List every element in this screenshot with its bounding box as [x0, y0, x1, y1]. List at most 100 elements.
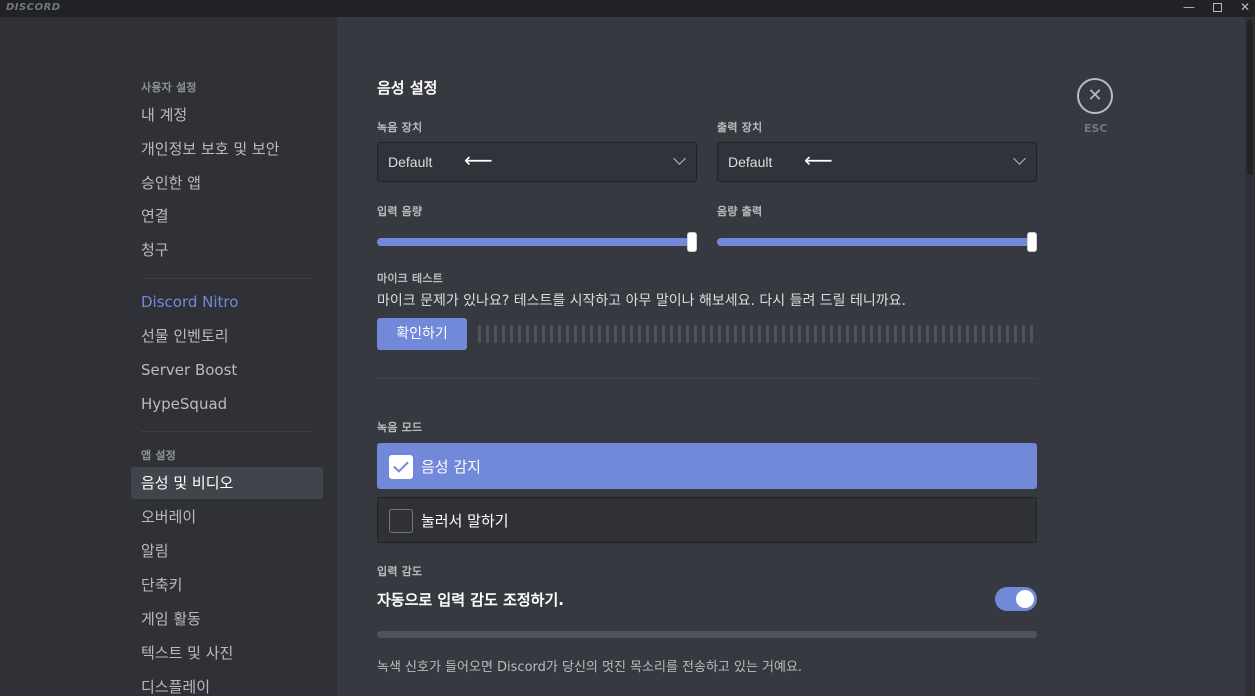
- meter-tick: [974, 325, 977, 343]
- minimize-button[interactable]: —: [1175, 0, 1203, 17]
- chevron-down-icon: [673, 152, 686, 165]
- meter-tick: [838, 325, 841, 343]
- meter-tick: [766, 325, 769, 343]
- title-bar: DISCORD — ✕: [0, 0, 1255, 17]
- meter-tick: [702, 325, 705, 343]
- meter-tick: [598, 325, 601, 343]
- input-volume-slider[interactable]: [377, 232, 697, 252]
- output-device-label: 출력 장치: [717, 121, 763, 134]
- checkbox-checked: [389, 455, 413, 479]
- meter-tick: [542, 325, 545, 343]
- meter-tick: [846, 325, 849, 343]
- meter-tick: [574, 325, 577, 343]
- input-volume-label: 입력 음량: [377, 205, 423, 218]
- meter-tick: [798, 325, 801, 343]
- meter-tick: [630, 325, 633, 343]
- mic-level-meter: [478, 325, 1038, 343]
- input-device-label: 녹음 장치: [377, 121, 423, 134]
- meter-tick: [830, 325, 833, 343]
- meter-tick: [606, 325, 609, 343]
- meter-tick: [662, 325, 665, 343]
- meter-tick: [550, 325, 553, 343]
- meter-tick: [502, 325, 505, 343]
- meter-tick: [670, 325, 673, 343]
- meter-tick: [694, 325, 697, 343]
- input-mode-voice-activity[interactable]: 음성 감지: [377, 443, 1037, 489]
- sidebar-item-billing[interactable]: 청구: [131, 234, 323, 266]
- section-divider: [377, 378, 1037, 379]
- meter-tick: [510, 325, 513, 343]
- sidebar-item-notifications[interactable]: 알림: [131, 535, 323, 567]
- close-settings-button[interactable]: ✕: [1077, 78, 1113, 114]
- sidebar-item-authorized-apps[interactable]: 승인한 앱: [131, 167, 323, 199]
- sidebar-item-overlay[interactable]: 오버레이: [131, 501, 323, 533]
- input-mode-push-to-talk[interactable]: 눌러서 말하기: [377, 497, 1037, 543]
- left-arrow-icon: ⟵: [804, 148, 833, 172]
- maximize-button[interactable]: [1203, 0, 1231, 17]
- meter-tick: [806, 325, 809, 343]
- toggle-knob: [1016, 590, 1034, 608]
- input-volume-handle[interactable]: [687, 232, 697, 252]
- meter-tick: [558, 325, 561, 343]
- sidebar-item-hypesquad[interactable]: HypeSquad: [131, 388, 323, 420]
- sidebar-item-game-activity[interactable]: 게임 활동: [131, 603, 323, 635]
- mic-test-label: 마이크 테스트: [377, 272, 443, 285]
- auto-sensitivity-toggle[interactable]: [995, 587, 1037, 611]
- sidebar-item-text-images[interactable]: 텍스트 및 사진: [131, 637, 323, 669]
- sidebar-item-gift-inventory[interactable]: 선물 인벤토리: [131, 320, 323, 352]
- meter-tick: [790, 325, 793, 343]
- meter-tick: [718, 325, 721, 343]
- sidebar-item-connections[interactable]: 연결: [131, 200, 323, 232]
- sidebar-item-my-account[interactable]: 내 계정: [131, 99, 323, 131]
- sidebar-item-server-boost[interactable]: Server Boost: [131, 354, 323, 386]
- meter-tick: [1030, 325, 1033, 343]
- meter-tick: [638, 325, 641, 343]
- meter-tick: [526, 325, 529, 343]
- meter-tick: [582, 325, 585, 343]
- sidebar-item-voice-video[interactable]: 음성 및 비디오: [131, 467, 323, 499]
- sidebar-divider: [141, 278, 312, 279]
- auto-sensitivity-title: 자동으로 입력 감도 조정하기.: [377, 591, 564, 609]
- meter-tick: [982, 325, 985, 343]
- meter-tick: [990, 325, 993, 343]
- window-close-button[interactable]: ✕: [1231, 0, 1255, 17]
- meter-tick: [678, 325, 681, 343]
- meter-tick: [854, 325, 857, 343]
- sidebar-item-display[interactable]: 디스플레이: [131, 671, 323, 696]
- meter-tick: [918, 325, 921, 343]
- scrollbar-thumb[interactable]: [1247, 20, 1253, 175]
- esc-label: ESC: [1084, 122, 1108, 135]
- input-device-select[interactable]: Default ⟵: [377, 142, 697, 182]
- maximize-icon: [1212, 3, 1222, 12]
- input-sensitivity-label: 입력 감도: [377, 565, 423, 578]
- meter-tick: [894, 325, 897, 343]
- voice-activity-label: 음성 감지: [421, 458, 481, 476]
- meter-tick: [782, 325, 785, 343]
- meter-tick: [534, 325, 537, 343]
- mic-test-button[interactable]: 확인하기: [377, 318, 467, 350]
- chevron-down-icon: [1013, 152, 1026, 165]
- meter-tick: [878, 325, 881, 343]
- meter-tick: [566, 325, 569, 343]
- sidebar-item-privacy-safety[interactable]: 개인정보 보호 및 보안: [131, 133, 323, 165]
- meter-tick: [486, 325, 489, 343]
- meter-tick: [758, 325, 761, 343]
- output-volume-slider[interactable]: [717, 232, 1037, 252]
- mic-test-description: 마이크 문제가 있나요? 테스트를 시작하고 아무 말이나 해보세요. 다시 들…: [377, 293, 906, 309]
- sensitivity-bar: [377, 631, 1037, 638]
- meter-tick: [614, 325, 617, 343]
- sidebar-item-nitro[interactable]: Discord Nitro: [131, 286, 323, 318]
- output-device-select[interactable]: Default ⟵: [717, 142, 1037, 182]
- meter-tick: [814, 325, 817, 343]
- meter-tick: [942, 325, 945, 343]
- meter-tick: [622, 325, 625, 343]
- meter-tick: [742, 325, 745, 343]
- meter-tick: [478, 325, 481, 343]
- meter-tick: [934, 325, 937, 343]
- meter-tick: [822, 325, 825, 343]
- page-title: 음성 설정: [377, 79, 438, 97]
- meter-tick: [966, 325, 969, 343]
- meter-tick: [774, 325, 777, 343]
- output-volume-handle[interactable]: [1027, 232, 1037, 252]
- sidebar-item-keybinds[interactable]: 단축키: [131, 569, 323, 601]
